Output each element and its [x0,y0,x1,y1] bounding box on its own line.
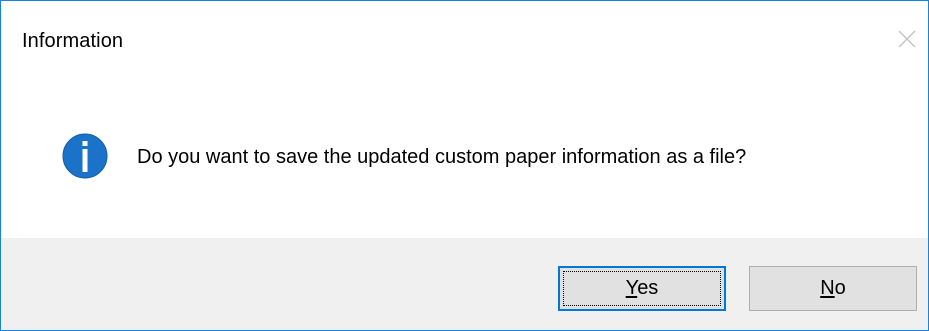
close-icon [898,30,916,48]
dialog-content: Do you want to save the updated custom p… [1,83,928,238]
title-bar[interactable]: Information [1,1,928,83]
yes-accelerator: Y [625,277,638,299]
no-button[interactable]: No [749,266,917,311]
info-icon [62,133,108,179]
yes-button[interactable]: Yes [558,266,726,311]
no-button-label: No [820,277,846,300]
yes-label-rest: es [637,277,659,299]
button-bar: Yes No [1,238,928,330]
close-button[interactable] [886,15,928,63]
no-label-rest: o [834,277,846,299]
window-title: Information [22,30,124,52]
no-accelerator: N [820,277,835,299]
information-dialog: Information Do you want to save the upda… [0,0,929,331]
yes-button-label: Yes [626,277,659,300]
dialog-message: Do you want to save the updated custom p… [137,146,747,168]
